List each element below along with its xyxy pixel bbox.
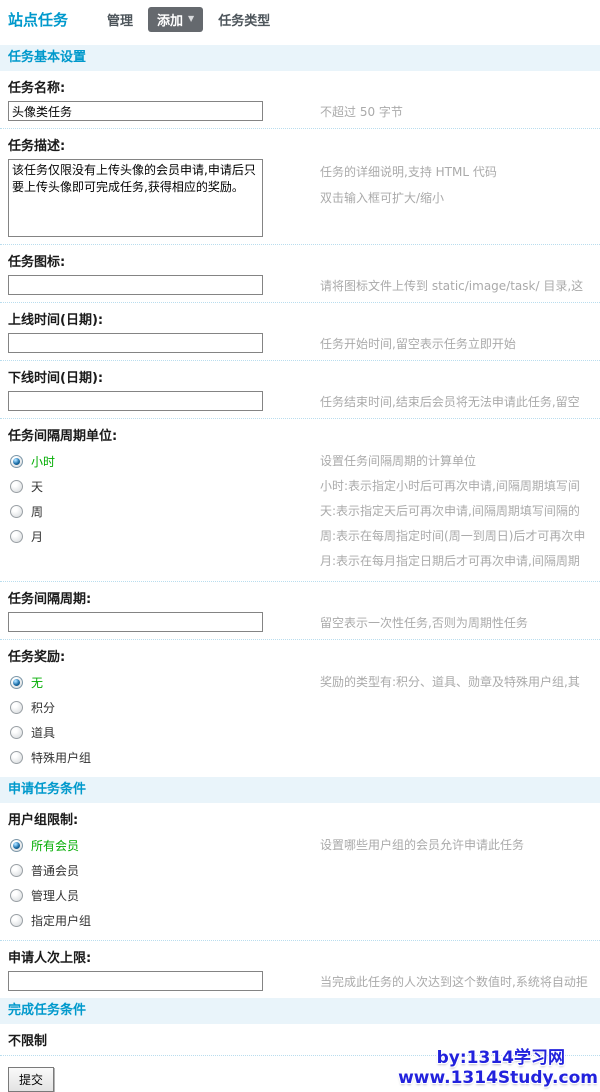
section-basic-settings: 任务基本设置 (0, 45, 600, 71)
apply-limit-input[interactable] (8, 971, 263, 991)
task-desc-hint-1: 任务的详细说明,支持 HTML 代码 (320, 159, 497, 185)
task-name-input[interactable] (8, 101, 263, 121)
field-apply-limit: 申请人次上限: 当完成此任务的人次达到这个数值时,系统将自动拒 (0, 941, 600, 998)
field-group-limit: 用户组限制: 所有会员 普通会员 管理人员 指定用户组 设置哪些用户组的会员允许… (0, 803, 600, 941)
radio-icon-admins[interactable] (10, 889, 23, 902)
period-unit-hint-1: 小时:表示指定小时后可再次申请,间隔周期填写间 (320, 474, 585, 499)
submit-button[interactable]: 提交 (8, 1067, 54, 1092)
period-input[interactable] (8, 612, 263, 632)
tab-task-type[interactable]: 任务类型 (218, 10, 270, 29)
apply-limit-hint: 当完成此任务的人次达到这个数值时,系统将自动拒 (320, 973, 588, 990)
radio-icon-month[interactable] (10, 530, 23, 543)
section-apply-conditions: 申请任务条件 (0, 777, 600, 803)
start-time-input[interactable] (8, 333, 263, 353)
radio-icon-specified-group[interactable] (10, 914, 23, 927)
radio-label-hour: 小时 (31, 453, 55, 470)
radio-icon-none-checked[interactable] (10, 676, 23, 689)
watermark: by:1314学习网 www.1314Study.com (398, 1048, 598, 1088)
page-title: 站点任务 (8, 9, 68, 30)
section-complete-conditions: 完成任务条件 (0, 998, 600, 1024)
tab-manage[interactable]: 管理 (107, 10, 133, 29)
end-time-input[interactable] (8, 391, 263, 411)
tab-add-label: 添加 (157, 10, 183, 29)
task-name-label: 任务名称: (8, 77, 600, 96)
field-reward: 任务奖励: 无 积分 道具 特殊用户组 奖励的类型有:积分、道具、勋章及特殊用户… (0, 640, 600, 777)
field-task-name: 任务名称: 不超过 50 字节 (0, 71, 600, 129)
period-unit-hint-0: 设置任务间隔周期的计算单位 (320, 449, 585, 474)
task-desc-textarea[interactable]: 该任务仅限没有上传头像的会员申请,申请后只要上传头像即可完成任务,获得相应的奖励… (8, 159, 263, 237)
radio-option-hour[interactable]: 小时 (8, 449, 320, 474)
radio-option-special-group[interactable]: 特殊用户组 (8, 745, 320, 770)
period-unit-hint-2: 天:表示指定天后可再次申请,间隔周期填写间隔的 (320, 499, 585, 524)
radio-label-credits: 积分 (31, 699, 55, 716)
reward-label: 任务奖励: (8, 646, 600, 665)
radio-icon-week[interactable] (10, 505, 23, 518)
period-unit-hint-3: 周:表示在每周指定时间(周一到周日)后才可再次申 (320, 524, 585, 549)
radio-label-none: 无 (31, 674, 43, 691)
field-task-desc: 任务描述: 该任务仅限没有上传头像的会员申请,申请后只要上传头像即可完成任务,获… (0, 129, 600, 245)
radio-option-week[interactable]: 周 (8, 499, 320, 524)
radio-option-magic[interactable]: 道具 (8, 720, 320, 745)
period-hint: 留空表示一次性任务,否则为周期性任务 (320, 614, 528, 631)
field-end-time: 下线时间(日期): 任务结束时间,结束后会员将无法申请此任务,留空 (0, 361, 600, 419)
period-unit-hint-4: 月:表示在每月指定日期后才可再次申请,间隔周期 (320, 549, 585, 574)
radio-label-magic: 道具 (31, 724, 55, 741)
radio-label-week: 周 (31, 503, 43, 520)
field-task-icon: 任务图标: 请将图标文件上传到 static/image/task/ 目录,这 (0, 245, 600, 303)
radio-icon-normal-members[interactable] (10, 864, 23, 877)
field-period: 任务间隔周期: 留空表示一次性任务,否则为周期性任务 (0, 582, 600, 640)
task-desc-label: 任务描述: (8, 135, 600, 154)
radio-option-credits[interactable]: 积分 (8, 695, 320, 720)
radio-label-specified-group: 指定用户组 (31, 912, 91, 929)
chevron-down-icon: ▼ (188, 15, 194, 23)
task-icon-input[interactable] (8, 275, 263, 295)
radio-label-day: 天 (31, 478, 43, 495)
start-time-label: 上线时间(日期): (8, 309, 600, 328)
radio-icon-credits[interactable] (10, 701, 23, 714)
radio-label-normal-members: 普通会员 (31, 862, 79, 879)
radio-option-none[interactable]: 无 (8, 670, 320, 695)
radio-icon-all-members-checked[interactable] (10, 839, 23, 852)
group-limit-hint: 设置哪些用户组的会员允许申请此任务 (320, 833, 524, 858)
field-period-unit: 任务间隔周期单位: 小时 天 周 月 设置任务间隔周期的计算单位 小时:表示指定… (0, 419, 600, 582)
task-icon-label: 任务图标: (8, 251, 600, 270)
radio-icon-hour-checked[interactable] (10, 455, 23, 468)
radio-option-specified-group[interactable]: 指定用户组 (8, 908, 320, 933)
field-start-time: 上线时间(日期): 任务开始时间,留空表示任务立即开始 (0, 303, 600, 361)
task-name-hint: 不超过 50 字节 (320, 103, 403, 120)
footer: 提交 by:1314学习网 www.1314Study.com (0, 1056, 600, 1092)
reward-hint: 奖励的类型有:积分、道具、勋章及特殊用户组,其 (320, 670, 580, 695)
radio-icon-magic[interactable] (10, 726, 23, 739)
radio-option-all-members[interactable]: 所有会员 (8, 833, 320, 858)
radio-label-month: 月 (31, 528, 43, 545)
task-icon-hint: 请将图标文件上传到 static/image/task/ 目录,这 (320, 277, 583, 294)
radio-option-admins[interactable]: 管理人员 (8, 883, 320, 908)
apply-limit-label: 申请人次上限: (8, 947, 600, 966)
radio-label-special-group: 特殊用户组 (31, 749, 91, 766)
watermark-line2: www.1314Study.com (398, 1068, 598, 1088)
header: 站点任务 管理 添加 ▼ 任务类型 (0, 0, 600, 30)
end-time-hint: 任务结束时间,结束后会员将无法申请此任务,留空 (320, 393, 580, 410)
radio-label-admins: 管理人员 (31, 887, 79, 904)
tab-add[interactable]: 添加 ▼ (148, 7, 203, 32)
end-time-label: 下线时间(日期): (8, 367, 600, 386)
radio-option-normal-members[interactable]: 普通会员 (8, 858, 320, 883)
period-unit-label: 任务间隔周期单位: (8, 425, 600, 444)
radio-icon-day[interactable] (10, 480, 23, 493)
radio-icon-special-group[interactable] (10, 751, 23, 764)
task-desc-hint-2: 双击输入框可扩大/缩小 (320, 185, 497, 211)
start-time-hint: 任务开始时间,留空表示任务立即开始 (320, 335, 516, 352)
radio-option-month[interactable]: 月 (8, 524, 320, 549)
watermark-line1: by:1314学习网 (398, 1048, 598, 1068)
radio-label-all-members: 所有会员 (31, 837, 79, 854)
period-label: 任务间隔周期: (8, 588, 600, 607)
radio-option-day[interactable]: 天 (8, 474, 320, 499)
group-limit-label: 用户组限制: (8, 809, 600, 828)
